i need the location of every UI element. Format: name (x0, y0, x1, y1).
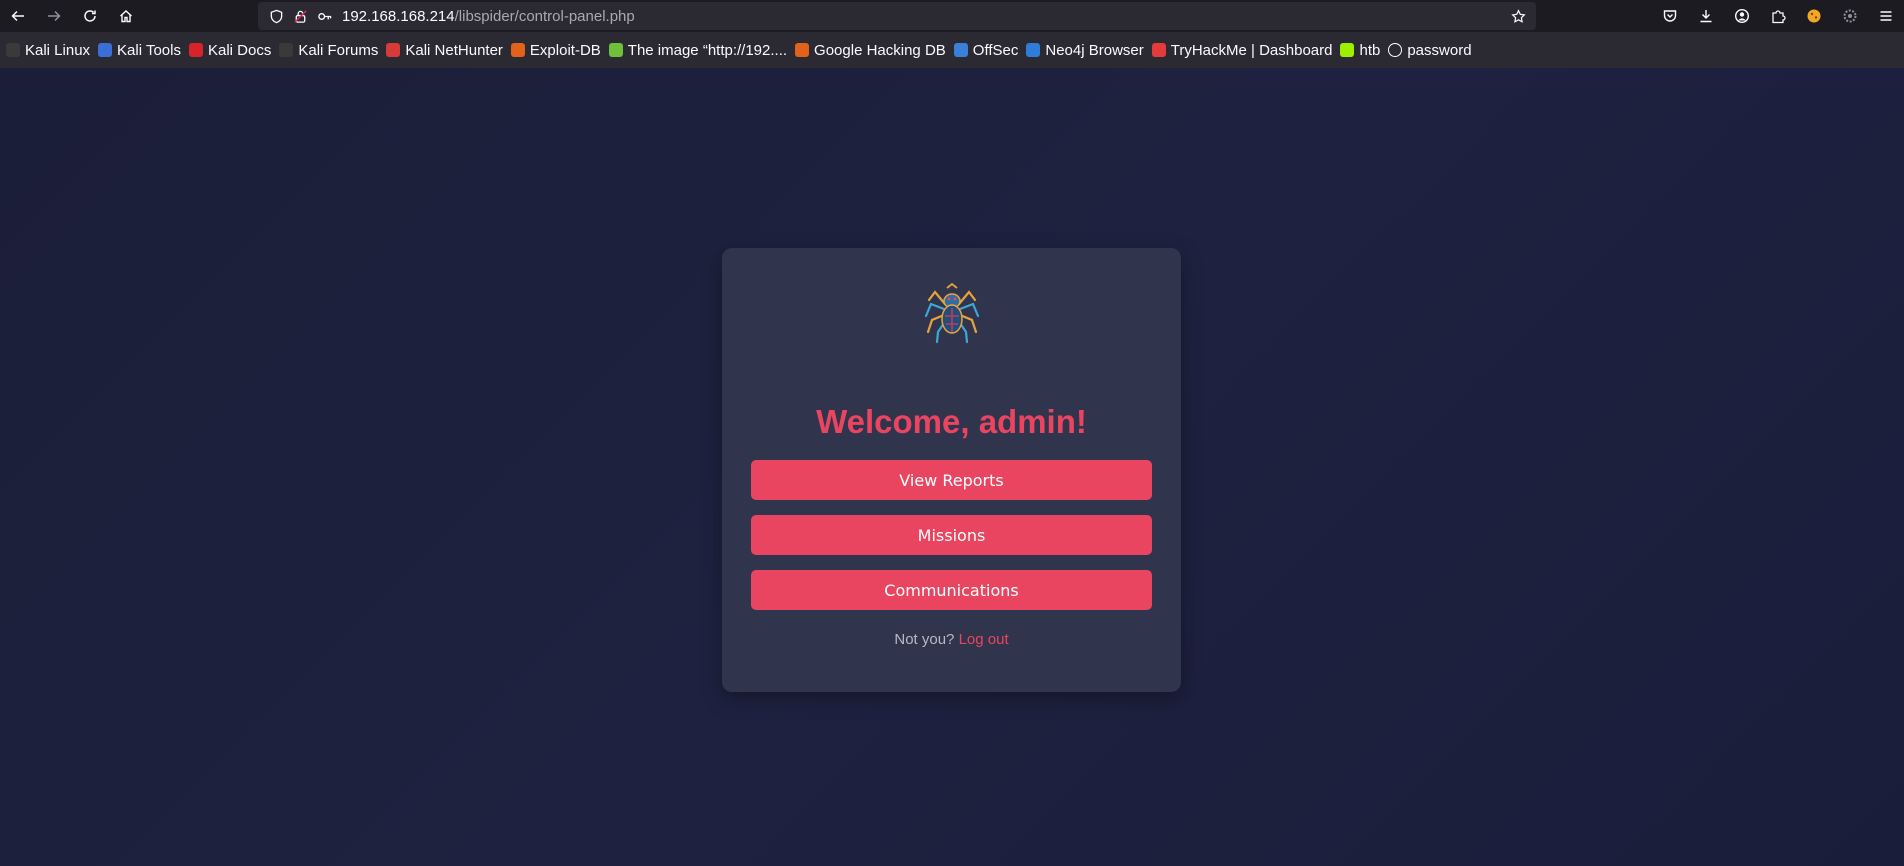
account-icon (1734, 8, 1750, 24)
htb-cube-icon (1340, 43, 1355, 57)
bookmark-label: TryHackMe | Dashboard (1170, 41, 1333, 59)
not-you-text: Not you? (894, 631, 955, 648)
missions-button[interactable]: Missions (751, 515, 1152, 555)
back-arrow-icon (11, 10, 24, 22)
bookmark-label: Kali NetHunter (405, 41, 503, 59)
extensions-button[interactable] (1760, 0, 1796, 32)
pocket-button[interactable] (1652, 0, 1688, 32)
logout-link[interactable]: Log out (959, 631, 1009, 648)
neo4j-icon (1026, 43, 1041, 57)
bookmark-item[interactable]: Exploit-DB (509, 37, 607, 63)
url-host: 192.168.168.214 (342, 7, 455, 25)
bookmark-label: OffSec (972, 41, 1019, 59)
bookmark-label: Neo4j Browser (1045, 41, 1144, 59)
bookmarks-toolbar: Kali Linux Kali Tools Kali Docs Kali Forums… (0, 32, 1904, 68)
spider-logo-icon (924, 282, 980, 344)
browser-toolbar: 192.168.168.214/libspider/control-panel.… (0, 0, 1904, 32)
bookmark-item[interactable]: The image “http://192.... (607, 37, 793, 63)
bookmark-item[interactable]: Kali Tools (96, 37, 187, 63)
bookmark-label: htb (1359, 41, 1381, 59)
pocket-icon (1663, 10, 1677, 22)
ghdb-icon (795, 43, 810, 57)
control-panel-card: Welcome, admin! View Reports Missions Co… (722, 248, 1181, 692)
kali-docs-icon (188, 43, 203, 57)
bookmark-item[interactable]: Google Hacking DB (793, 37, 952, 63)
menu-button[interactable] (1868, 0, 1904, 32)
kali-dragon-icon (6, 43, 20, 57)
welcome-heading: Welcome, admin! (816, 403, 1087, 440)
bookmark-label: Kali Tools (117, 41, 181, 59)
hamburger-menu-icon (1880, 11, 1892, 21)
forward-arrow-icon (48, 10, 61, 22)
bookmark-label: password (1407, 41, 1472, 59)
home-button[interactable] (108, 0, 144, 32)
reload-button[interactable] (72, 0, 108, 32)
account-button[interactable] (1724, 0, 1760, 32)
bookmark-label: Kali Linux (25, 41, 91, 59)
url-bar[interactable]: 192.168.168.214/libspider/control-panel.… (258, 2, 1536, 30)
bookmark-item[interactable]: Kali Forums (277, 37, 384, 63)
insecure-lock-icon[interactable] (288, 2, 312, 30)
kali-tools-icon (98, 43, 113, 57)
downloads-button[interactable] (1688, 0, 1724, 32)
back-button[interactable] (0, 0, 36, 32)
gear-extension-icon (1843, 9, 1857, 23)
bookmark-label: Kali Docs (207, 41, 272, 59)
bookmark-item[interactable]: OffSec (952, 37, 1025, 63)
bookmark-item[interactable]: Kali NetHunter (384, 37, 509, 63)
url-path: /libspider/control-panel.php (454, 7, 635, 25)
bookmark-item[interactable]: Neo4j Browser (1024, 37, 1149, 63)
not-you-line: Not you? Log out (722, 631, 1181, 648)
globe-icon (1388, 43, 1403, 57)
page-content: Welcome, admin! View Reports Missions Co… (0, 68, 1904, 866)
home-icon (120, 10, 132, 23)
bookmark-label: Google Hacking DB (814, 41, 946, 59)
toolbar-right-icons (1652, 0, 1904, 32)
communications-button[interactable]: Communications (751, 570, 1152, 610)
bookmark-item[interactable]: htb (1338, 37, 1386, 63)
kali-dragon-icon (279, 43, 294, 57)
view-reports-button[interactable]: View Reports (751, 460, 1152, 500)
extension-cookie-button[interactable] (1796, 0, 1832, 32)
cookie-extension-icon (1807, 9, 1821, 23)
bookmark-item[interactable]: password (1386, 37, 1477, 63)
offsec-icon (953, 43, 968, 57)
bookmark-label: The image “http://192.... (627, 41, 788, 59)
tryhackme-icon (1151, 43, 1166, 57)
bookmark-item[interactable]: Kali Linux (4, 37, 96, 63)
tracking-shield-icon[interactable] (264, 2, 288, 30)
bookmark-item[interactable]: Kali Docs (187, 37, 277, 63)
bookmark-label: Kali Forums (298, 41, 379, 59)
bookmark-item[interactable]: TryHackMe | Dashboard (1150, 37, 1339, 63)
image-icon (608, 43, 623, 57)
bookmark-label: Exploit-DB (529, 41, 601, 59)
puzzle-icon (1772, 10, 1786, 24)
extension-gear-button[interactable] (1832, 0, 1868, 32)
forward-button[interactable] (36, 0, 72, 32)
nethunter-icon (386, 43, 401, 57)
key-icon[interactable] (312, 2, 336, 30)
reload-icon (84, 10, 96, 22)
exploit-db-icon (510, 43, 525, 57)
bookmark-star-icon[interactable] (1506, 2, 1530, 30)
download-icon (1700, 10, 1712, 23)
url-text[interactable]: 192.168.168.214/libspider/control-panel.… (342, 8, 635, 25)
